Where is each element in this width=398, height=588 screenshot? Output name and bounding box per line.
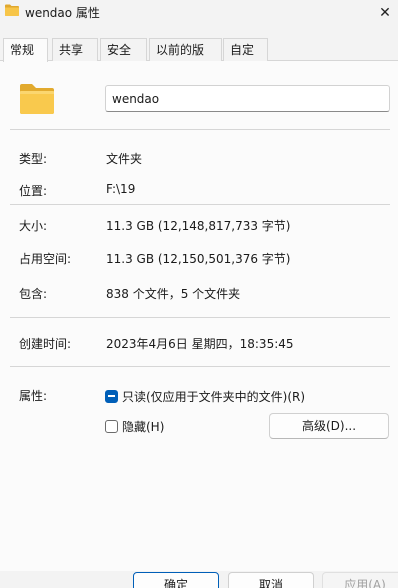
attributes-label: 属性:	[19, 389, 48, 403]
tab-customize[interactable]: 自定义	[223, 38, 268, 79]
tab-general[interactable]: 常规	[3, 38, 48, 62]
type-value: 文件夹	[106, 152, 143, 166]
title-bar: wendao 属性 ✕	[0, 0, 398, 30]
tab-bar: 常规 共享 安全 以前的版本 自定义	[0, 38, 398, 79]
contains-label: 包含:	[19, 287, 48, 301]
window-title: wendao 属性	[25, 6, 100, 20]
folder-icon	[5, 4, 19, 16]
created-label: 创建时间:	[19, 337, 72, 351]
hidden-label[interactable]: 隐藏(H)	[122, 418, 164, 435]
readonly-label[interactable]: 只读(仅应用于文件夹中的文件)(R)	[122, 388, 305, 405]
folder-icon	[20, 84, 54, 114]
type-label: 类型:	[19, 152, 48, 166]
tab-security[interactable]: 安全	[100, 38, 147, 61]
readonly-checkbox[interactable]	[105, 389, 118, 403]
size-value: 11.3 GB (12,148,817,733 字节)	[106, 219, 291, 233]
location-value: F:\19	[106, 182, 136, 196]
close-icon: ✕	[379, 5, 391, 21]
folder-name-input[interactable]	[105, 85, 390, 112]
created-value: 2023年4月6日 星期四，18:35:45	[106, 337, 294, 351]
separator	[10, 317, 390, 318]
cancel-button[interactable]: 取消	[228, 572, 314, 588]
tab-previous-versions[interactable]: 以前的版本	[149, 38, 222, 79]
apply-button[interactable]: 应用(A)	[322, 572, 398, 588]
size-on-disk-label: 占用空间:	[19, 252, 72, 266]
size-on-disk-value: 11.3 GB (12,150,501,376 字节)	[106, 252, 291, 266]
ok-button[interactable]: 确定	[133, 572, 219, 588]
hidden-checkbox[interactable]	[105, 419, 118, 433]
contains-value: 838 个文件，5 个文件夹	[106, 287, 241, 301]
general-panel: 类型: 文件夹 位置: F:\19 大小: 11.3 GB (12,148,81…	[0, 61, 398, 571]
readonly-checkbox-row[interactable]: 只读(仅应用于文件夹中的文件)(R)	[105, 388, 305, 404]
advanced-button[interactable]: 高级(D)...	[269, 413, 389, 439]
separator	[10, 204, 390, 205]
close-button[interactable]: ✕	[372, 0, 398, 26]
size-label: 大小:	[19, 219, 48, 233]
hidden-checkbox-row[interactable]: 隐藏(H)	[105, 418, 164, 434]
location-label: 位置:	[19, 184, 48, 198]
separator	[10, 129, 390, 130]
separator	[10, 366, 390, 367]
tab-sharing[interactable]: 共享	[52, 38, 98, 61]
